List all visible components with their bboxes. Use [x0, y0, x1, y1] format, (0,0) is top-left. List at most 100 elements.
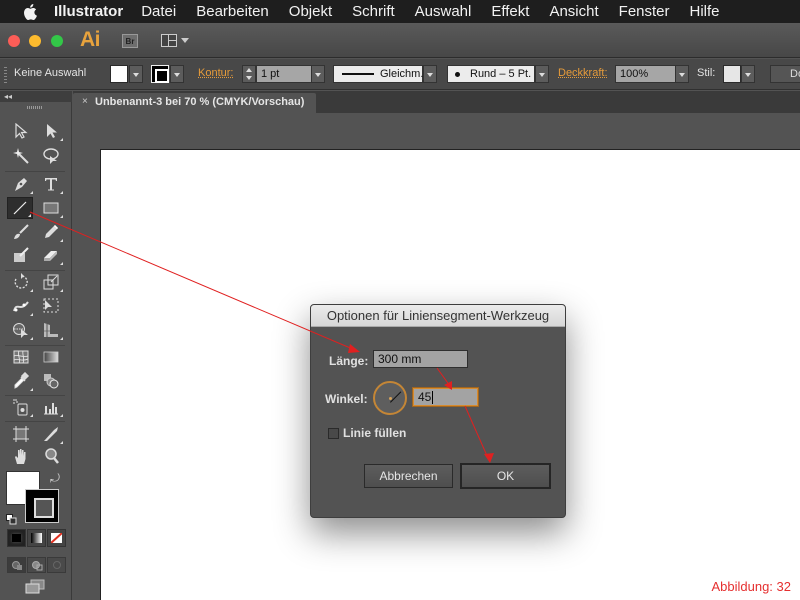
line-segment-tool[interactable]	[7, 197, 33, 219]
mesh-tool[interactable]	[8, 346, 34, 368]
brush-select[interactable]: Rund – 5 Pt.	[447, 65, 535, 83]
stroke-weight-input[interactable]: 1 pt	[256, 65, 312, 83]
change-screen-mode-button[interactable]	[24, 579, 46, 595]
stroke-panel-link[interactable]: Kontur:	[198, 67, 233, 79]
workspace-layout-icon[interactable]	[161, 34, 177, 47]
direct-selection-tool[interactable]	[38, 120, 64, 142]
collapse-panel-icon[interactable]: ◂◂	[0, 91, 72, 102]
brush-dropdown[interactable]	[535, 65, 549, 83]
close-tab-icon[interactable]: ×	[82, 96, 88, 107]
magic-wand-tool[interactable]	[8, 145, 34, 167]
default-fill-stroke-icon[interactable]	[6, 512, 17, 525]
cancel-button[interactable]: Abbrechen	[364, 464, 453, 488]
draw-behind-button[interactable]	[27, 557, 46, 573]
close-window-button[interactable]	[8, 35, 20, 47]
pencil-tool[interactable]	[38, 221, 64, 243]
stroke-color-swatch[interactable]	[151, 65, 169, 83]
lasso-tool[interactable]	[38, 145, 64, 167]
column-graph-tool[interactable]	[38, 396, 64, 418]
menu-datei[interactable]: Datei	[141, 3, 176, 20]
draw-inside-button[interactable]	[47, 557, 66, 573]
gradient-tool[interactable]	[38, 346, 64, 368]
selection-tool[interactable]	[8, 120, 34, 142]
ok-button[interactable]: OK	[460, 463, 551, 489]
pen-tool[interactable]	[8, 173, 34, 195]
rectangle-tool[interactable]	[38, 197, 64, 219]
opacity-dropdown[interactable]	[675, 65, 689, 83]
color-mode-button[interactable]	[7, 529, 26, 547]
graphic-style-swatch[interactable]	[723, 65, 741, 83]
eraser-icon	[44, 251, 57, 261]
scale-tool[interactable]	[38, 271, 64, 293]
document-setup-button[interactable]: Do	[770, 65, 800, 83]
brush-label: Rund – 5 Pt.	[470, 68, 532, 80]
control-bar-grip[interactable]	[4, 67, 7, 83]
stroke-line-icon	[342, 73, 374, 76]
menu-schrift[interactable]: Schrift	[352, 3, 395, 20]
perspective-grid-tool[interactable]	[38, 319, 64, 341]
eyedropper-tool[interactable]	[8, 370, 34, 392]
fill-line-checkbox[interactable]	[328, 428, 339, 439]
menu-objekt[interactable]: Objekt	[289, 3, 332, 20]
stroke-dropdown[interactable]	[170, 65, 184, 83]
stroke-weight-stepper[interactable]	[242, 65, 256, 83]
opacity-panel-link[interactable]: Deckkraft:	[558, 67, 608, 79]
tools-panel: ◂◂ ⤾	[0, 91, 72, 600]
stroke-profile-select[interactable]: Gleichm.	[333, 65, 423, 83]
length-label: Länge:	[329, 354, 369, 368]
application-bar: Ai Br	[0, 23, 800, 58]
gradient-mode-button[interactable]	[27, 529, 46, 547]
illustrator-logo: Ai	[80, 28, 101, 51]
paintbrush-tool[interactable]	[8, 221, 34, 243]
control-bar: Keine Auswahl Kontur: 1 pt Gleichm. Rund…	[0, 59, 800, 90]
none-mode-button[interactable]	[47, 529, 66, 547]
zoom-tool[interactable]	[38, 445, 64, 467]
type-tool[interactable]	[38, 173, 64, 195]
angle-label: Winkel:	[325, 392, 368, 406]
width-tool-icon	[13, 301, 29, 312]
angle-dial[interactable]	[373, 381, 407, 415]
fill-line-label[interactable]: Linie füllen	[343, 426, 406, 440]
artboard-tool[interactable]	[8, 423, 34, 445]
apple-logo-icon[interactable]	[20, 3, 40, 20]
slice-tool[interactable]	[38, 423, 64, 445]
draw-normal-button[interactable]	[7, 557, 26, 573]
menu-ansicht[interactable]: Ansicht	[549, 3, 598, 20]
menu-app-illustrator[interactable]: Illustrator	[54, 3, 123, 20]
menu-hilfe[interactable]: Hilfe	[690, 3, 720, 20]
menu-bearbeiten[interactable]: Bearbeiten	[196, 3, 269, 20]
hand-tool[interactable]	[8, 445, 34, 467]
stroke-profile-dropdown[interactable]	[423, 65, 437, 83]
eraser-tool[interactable]	[38, 244, 64, 266]
free-transform-tool[interactable]	[38, 295, 64, 317]
opacity-input[interactable]: 100%	[615, 65, 676, 83]
document-tab[interactable]: × Unbenannt-3 bei 70 % (CMYK/Vorschau)	[73, 93, 316, 113]
fill-dropdown[interactable]	[129, 65, 143, 83]
blob-brush-tool[interactable]	[8, 244, 34, 266]
tools-panel-grip[interactable]	[27, 106, 43, 109]
stroke-color-box[interactable]	[25, 489, 59, 523]
symbol-sprayer-tool[interactable]	[8, 396, 34, 418]
menu-effekt[interactable]: Effekt	[491, 3, 529, 20]
free-transform-icon	[43, 298, 59, 313]
rotate-tool[interactable]	[8, 271, 34, 293]
draw-normal-icon	[12, 561, 22, 570]
document-tab-title: Unbenannt-3 bei 70 % (CMYK/Vorschau)	[95, 96, 305, 108]
zoom-window-button[interactable]	[51, 35, 63, 47]
menu-fenster[interactable]: Fenster	[619, 3, 670, 20]
minimize-window-button[interactable]	[29, 35, 41, 47]
swap-fill-stroke-icon[interactable]: ⤾	[50, 471, 60, 486]
menu-auswahl[interactable]: Auswahl	[415, 3, 472, 20]
stroke-weight-dropdown[interactable]	[311, 65, 325, 83]
shape-builder-tool[interactable]	[8, 319, 34, 341]
angle-input[interactable]: 45	[413, 388, 478, 406]
bridge-button[interactable]: Br	[122, 34, 138, 48]
width-tool[interactable]	[8, 295, 34, 317]
length-input[interactable]: 300 mm	[373, 350, 468, 368]
workspace-dropdown-arrow-icon[interactable]	[181, 38, 189, 43]
graphic-style-dropdown[interactable]	[741, 65, 755, 83]
line-segment-icon	[13, 201, 27, 215]
blend-tool[interactable]	[38, 370, 64, 392]
style-label: Stil:	[697, 67, 716, 79]
fill-color-swatch[interactable]	[110, 65, 128, 83]
